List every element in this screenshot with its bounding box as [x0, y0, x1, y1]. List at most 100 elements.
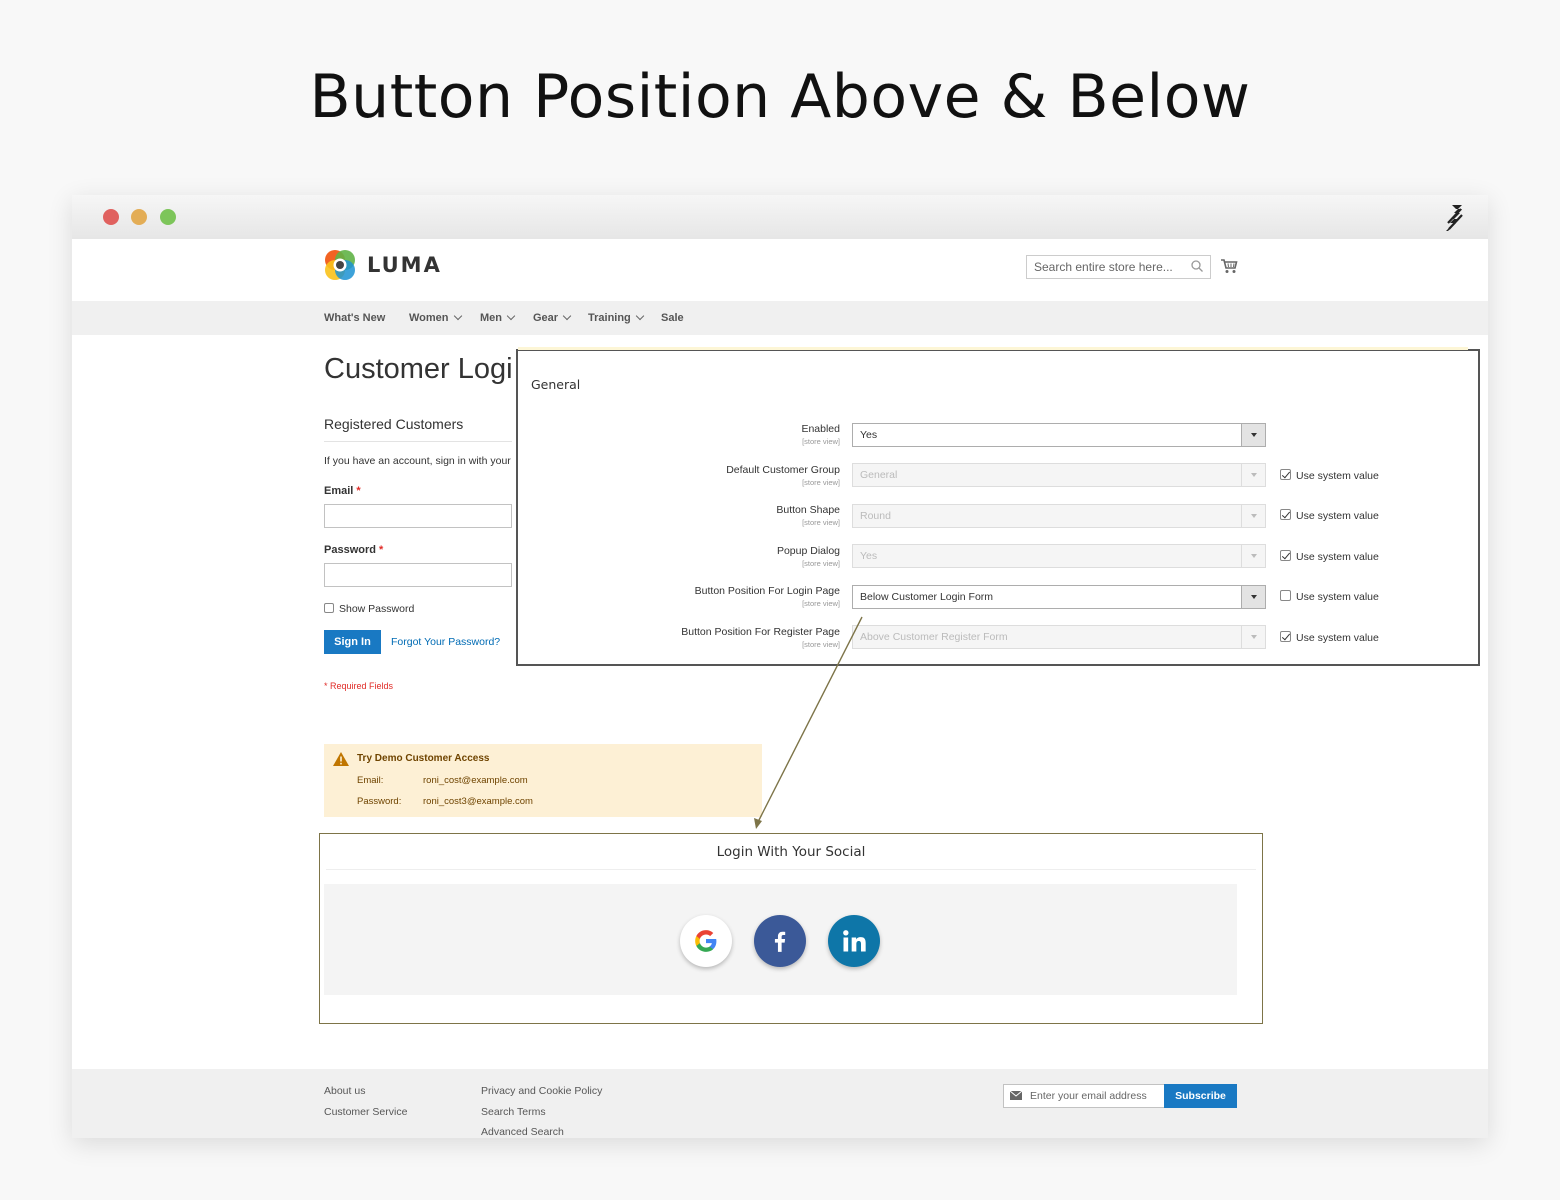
logo-text: LUMA	[367, 253, 442, 277]
demo-email-value: roni_cost@example.com	[423, 775, 528, 786]
enabled-select[interactable]: Yes	[852, 423, 1266, 447]
demo-password-key: Password:	[357, 796, 402, 807]
sign-in-button[interactable]: Sign In	[324, 630, 381, 654]
maximize-dot[interactable]	[160, 209, 176, 225]
config-scope: [store view]	[802, 640, 840, 649]
dropdown-arrow-icon[interactable]	[1241, 424, 1265, 446]
password-field[interactable]	[324, 563, 512, 587]
footer: About us Customer Service Privacy and Co…	[72, 1069, 1488, 1138]
password-label: Password *	[324, 544, 384, 556]
section-title: Registered Customers	[324, 416, 464, 432]
use-system-value-checkbox[interactable]: Use system value	[1280, 550, 1379, 563]
dropdown-arrow-icon[interactable]	[1241, 545, 1265, 567]
config-label-enabled: Enabled	[801, 423, 840, 435]
divider	[326, 869, 1256, 870]
subscribe-button[interactable]: Subscribe	[1164, 1084, 1237, 1108]
panel-edge	[518, 347, 1468, 350]
cart-icon[interactable]	[1220, 257, 1238, 275]
linkedin-icon	[843, 930, 866, 952]
use-system-value-checkbox[interactable]: Use system value	[1280, 631, 1379, 644]
linkedin-login-button[interactable]	[828, 915, 880, 967]
config-panel: General Enabled [store view] Yes Default…	[516, 347, 1480, 666]
minimize-dot[interactable]	[131, 209, 147, 225]
close-dot[interactable]	[103, 209, 119, 225]
demo-email-key: Email:	[357, 775, 384, 786]
newsletter-email-input[interactable]: Enter your email address	[1003, 1084, 1165, 1108]
footer-link-advanced-search[interactable]: Advanced Search	[481, 1126, 564, 1138]
window-titlebar	[72, 195, 1488, 239]
nav-item-sale[interactable]: Sale	[661, 312, 684, 324]
login-intro-text: If you have an account, sign in with you…	[324, 455, 512, 467]
popup-dialog-select[interactable]: Yes	[852, 544, 1266, 568]
checkbox-checked[interactable]	[1280, 550, 1291, 561]
dropdown-arrow-icon[interactable]	[1241, 586, 1265, 608]
divider	[324, 441, 512, 442]
dropdown-arrow-icon[interactable]	[1241, 464, 1265, 486]
store-header: LUMA Search entire store here...	[72, 239, 1488, 301]
demo-access-notice: Try Demo Customer Access Email: roni_cos…	[324, 744, 762, 817]
config-scope: [store view]	[802, 559, 840, 568]
brand-stripes-icon	[1446, 205, 1463, 231]
chevron-down-icon	[562, 311, 572, 321]
main-navigation: What's New Women Men Gear Training Sale	[72, 301, 1488, 335]
footer-link-search-terms[interactable]: Search Terms	[481, 1106, 546, 1118]
demo-password-value: roni_cost3@example.com	[423, 796, 533, 807]
page-title: Customer Login	[324, 353, 512, 385]
social-login-block: Login With Your Social	[319, 833, 1263, 1024]
forgot-password-link[interactable]: Forgot Your Password?	[391, 636, 500, 648]
button-shape-select[interactable]: Round	[852, 504, 1266, 528]
chevron-down-icon	[506, 311, 516, 321]
email-label: Email *	[324, 485, 361, 497]
facebook-login-button[interactable]	[754, 915, 806, 967]
nav-item-men[interactable]: Men	[480, 311, 516, 324]
warning-icon	[333, 752, 349, 766]
google-login-button[interactable]	[680, 915, 732, 967]
facebook-icon	[774, 931, 786, 952]
dropdown-arrow-icon[interactable]	[1241, 505, 1265, 527]
search-input[interactable]: Search entire store here...	[1026, 255, 1211, 279]
show-password-checkbox[interactable]: Show Password	[324, 603, 414, 615]
use-system-value-checkbox[interactable]: Use system value	[1280, 469, 1379, 482]
browser-window: LUMA Search entire store here... What's …	[72, 195, 1488, 1138]
nav-item-women[interactable]: Women	[409, 311, 462, 324]
footer-link-customer-service[interactable]: Customer Service	[324, 1106, 407, 1118]
config-label-popup-dialog: Popup Dialog	[776, 545, 840, 557]
config-label-button-shape: Button Shape	[776, 504, 840, 516]
checkbox-unchecked[interactable]	[1280, 590, 1291, 601]
search-icon[interactable]	[1190, 259, 1204, 273]
register-position-select[interactable]: Above Customer Register Form	[852, 625, 1266, 649]
config-section-title: General	[531, 377, 581, 392]
config-scope: [store view]	[802, 518, 840, 527]
config-label-register-position: Button Position For Register Page	[681, 626, 840, 638]
social-login-title: Login With Your Social	[716, 844, 866, 860]
nav-item-whats-new[interactable]: What's New	[324, 312, 385, 324]
dropdown-arrow-icon[interactable]	[1241, 626, 1265, 648]
use-system-value-checkbox[interactable]: Use system value	[1280, 590, 1379, 603]
config-label-customer-group: Default Customer Group	[726, 464, 840, 476]
checkbox-checked[interactable]	[1280, 509, 1291, 520]
email-field[interactable]	[324, 504, 512, 528]
use-system-value-checkbox[interactable]: Use system value	[1280, 509, 1379, 522]
checkbox[interactable]	[324, 603, 334, 613]
demo-title: Try Demo Customer Access	[357, 753, 490, 764]
google-icon	[695, 930, 717, 952]
login-position-select[interactable]: Below Customer Login Form	[852, 585, 1266, 609]
config-scope: [store view]	[802, 599, 840, 608]
nav-item-training[interactable]: Training	[588, 311, 645, 324]
config-scope: [store view]	[802, 478, 840, 487]
checkbox-checked[interactable]	[1280, 631, 1291, 642]
config-scope: [store view]	[802, 437, 840, 446]
config-label-login-position: Button Position For Login Page	[694, 585, 840, 597]
required-fields-note: * Required Fields	[324, 681, 394, 691]
footer-link-privacy[interactable]: Privacy and Cookie Policy	[481, 1085, 602, 1097]
footer-link-about[interactable]: About us	[324, 1085, 365, 1097]
customer-group-select[interactable]: General	[852, 463, 1266, 487]
mail-icon	[1010, 1091, 1022, 1100]
social-buttons-area	[324, 884, 1237, 995]
checkbox-checked[interactable]	[1280, 469, 1291, 480]
nav-item-gear[interactable]: Gear	[533, 311, 572, 324]
chevron-down-icon	[453, 311, 462, 321]
luma-logo-icon[interactable]	[323, 248, 357, 282]
headline: Button Position Above & Below	[309, 62, 1251, 132]
chevron-down-icon	[635, 311, 645, 321]
